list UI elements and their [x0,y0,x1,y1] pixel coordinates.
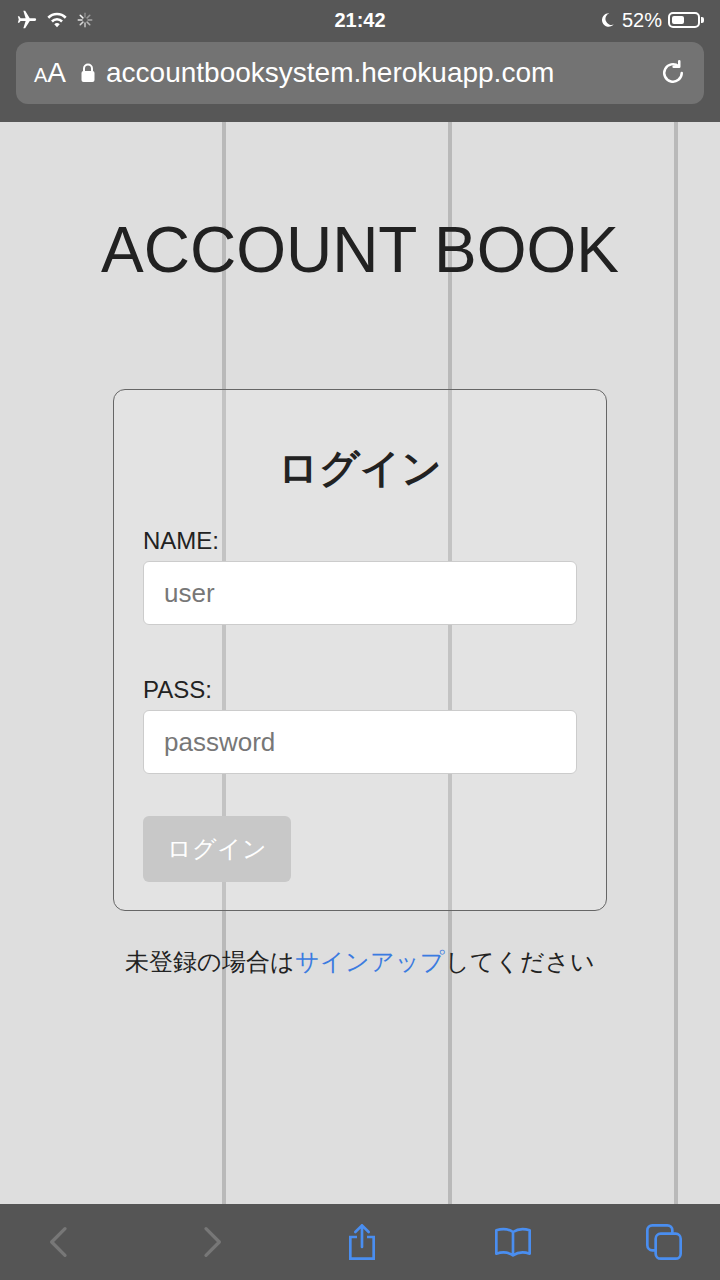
browser-header: 21:42 52% AA accountbooksystem.herokuapp.co… [0,0,720,122]
login-field: PASS: [143,675,577,774]
tabs-icon[interactable] [644,1222,684,1262]
share-icon[interactable] [342,1222,382,1262]
status-time: 21:42 [334,9,385,32]
reload-icon[interactable] [658,58,688,88]
loading-spinner-icon [76,11,94,29]
signup-text: 未登録の場合はサインアップしてください [125,947,595,977]
browser-toolbar [0,1204,720,1280]
login-heading: ログイン [143,440,577,496]
back-icon[interactable] [40,1222,80,1262]
battery-icon [668,12,704,28]
page-title: ACCOUNT BOOK [101,212,619,288]
url-bar[interactable]: AA accountbooksystem.herokuapp.com [16,42,704,104]
forward-icon[interactable] [191,1222,231,1262]
wifi-icon [46,9,68,31]
login-button[interactable]: ログイン [143,816,291,882]
lock-icon [80,63,96,83]
moon-icon [598,11,616,29]
login-field: NAME: [143,526,577,625]
status-bar: 21:42 52% [0,0,720,40]
text-input[interactable] [143,561,577,625]
bookmarks-icon[interactable] [493,1222,533,1262]
screen: 21:42 52% AA accountbooksystem.herokuapp.co… [0,0,720,1280]
page: ACCOUNT BOOK ログイン NAME: PASS: ログイン未登録の場合はサイン… [0,122,720,1204]
text-size-button[interactable]: AA [34,57,66,89]
signup-link[interactable]: サインアップ [295,948,445,975]
login-card: ログイン NAME: PASS: ログイン [113,389,607,911]
field-label: NAME: [143,526,577,556]
url-field[interactable]: accountbooksystem.herokuapp.com [80,57,644,89]
field-label: PASS: [143,675,577,705]
airplane-icon [16,9,38,31]
text-input[interactable] [143,710,577,774]
battery-percent: 52% [622,9,662,32]
url-text: accountbooksystem.herokuapp.com [106,57,554,89]
